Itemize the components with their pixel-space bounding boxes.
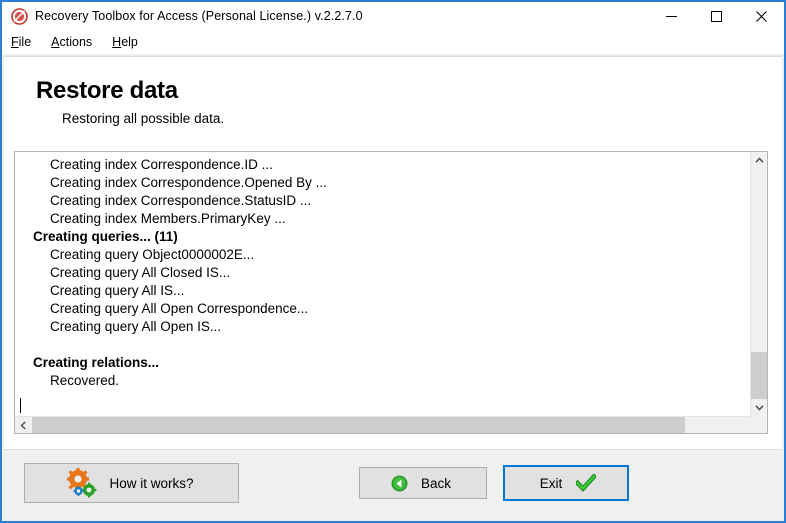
log-line: Creating query Object0000002E... [50,247,255,262]
maximize-button[interactable] [694,2,739,30]
close-button[interactable] [739,2,784,30]
menu-bar: File Actions Help [2,30,784,54]
window-controls [649,2,784,30]
back-label: Back [420,475,451,491]
exit-button[interactable]: Exit [503,465,629,501]
log-line: Creating query All Open Correspondence..… [50,301,309,316]
gears-icon [65,468,99,498]
close-icon [756,10,767,22]
horizontal-scroll-thumb[interactable] [32,417,685,433]
window-title: Recovery Toolbox for Access (Personal Li… [35,9,363,23]
footer-bar: How it works? Back Exit [4,449,782,521]
scroll-left-button[interactable] [15,417,32,433]
vertical-scrollbar[interactable] [750,152,767,416]
log-line: Creating relations... [33,355,160,370]
menu-item-file[interactable]: File [11,33,40,51]
vertical-scroll-thumb[interactable] [751,352,767,404]
recovery-toolbox-icon [10,7,28,25]
log-line: Creating index Correspondence.Opened By … [50,175,327,190]
maximize-icon [711,10,722,22]
back-button[interactable]: Back [359,467,487,499]
log-line: Recovered. [50,373,120,388]
how-it-works-label: How it works? [109,475,194,491]
chevron-up-icon [755,157,764,163]
log-line: Creating queries... (11) [33,229,178,244]
back-arrow-icon [391,475,408,492]
scroll-up-button[interactable] [751,152,767,169]
scroll-down-button[interactable] [751,399,767,416]
green-checkmark-icon [576,474,597,492]
how-it-works-button[interactable]: How it works? [24,463,239,503]
log-line: Creating index Correspondence.StatusID .… [50,193,312,208]
client-area: Restore data Restoring all possible data… [4,56,782,449]
title-bar: Recovery Toolbox for Access (Personal Li… [2,2,784,30]
log-text-area[interactable]: Creating index Correspondence.Forward By… [15,152,750,416]
minimize-icon [666,15,677,17]
chevron-left-icon [20,421,26,430]
minimize-button[interactable] [649,2,694,30]
scrollbar-corner [750,416,767,433]
log-line: Creating index Members.PrimaryKey ... [50,211,286,226]
log-line: Creating index Correspondence.ID ... [50,157,273,172]
log-line: Creating query All Open IS... [50,319,222,334]
chevron-down-icon [755,405,764,411]
text-caret [20,398,21,413]
menu-item-actions[interactable]: Actions [51,33,101,51]
log-line: Creating query All IS... [50,283,185,298]
application-window: Recovery Toolbox for Access (Personal Li… [0,0,786,523]
page-subtitle: Restoring all possible data. [62,111,225,126]
log-line: Creating query All Closed IS... [50,265,231,280]
horizontal-scrollbar[interactable] [15,416,767,433]
exit-label: Exit [539,475,563,491]
page-title: Restore data [36,77,178,104]
menu-item-help[interactable]: Help [112,33,147,51]
log-panel[interactable]: Creating index Correspondence.Forward By… [14,151,768,434]
